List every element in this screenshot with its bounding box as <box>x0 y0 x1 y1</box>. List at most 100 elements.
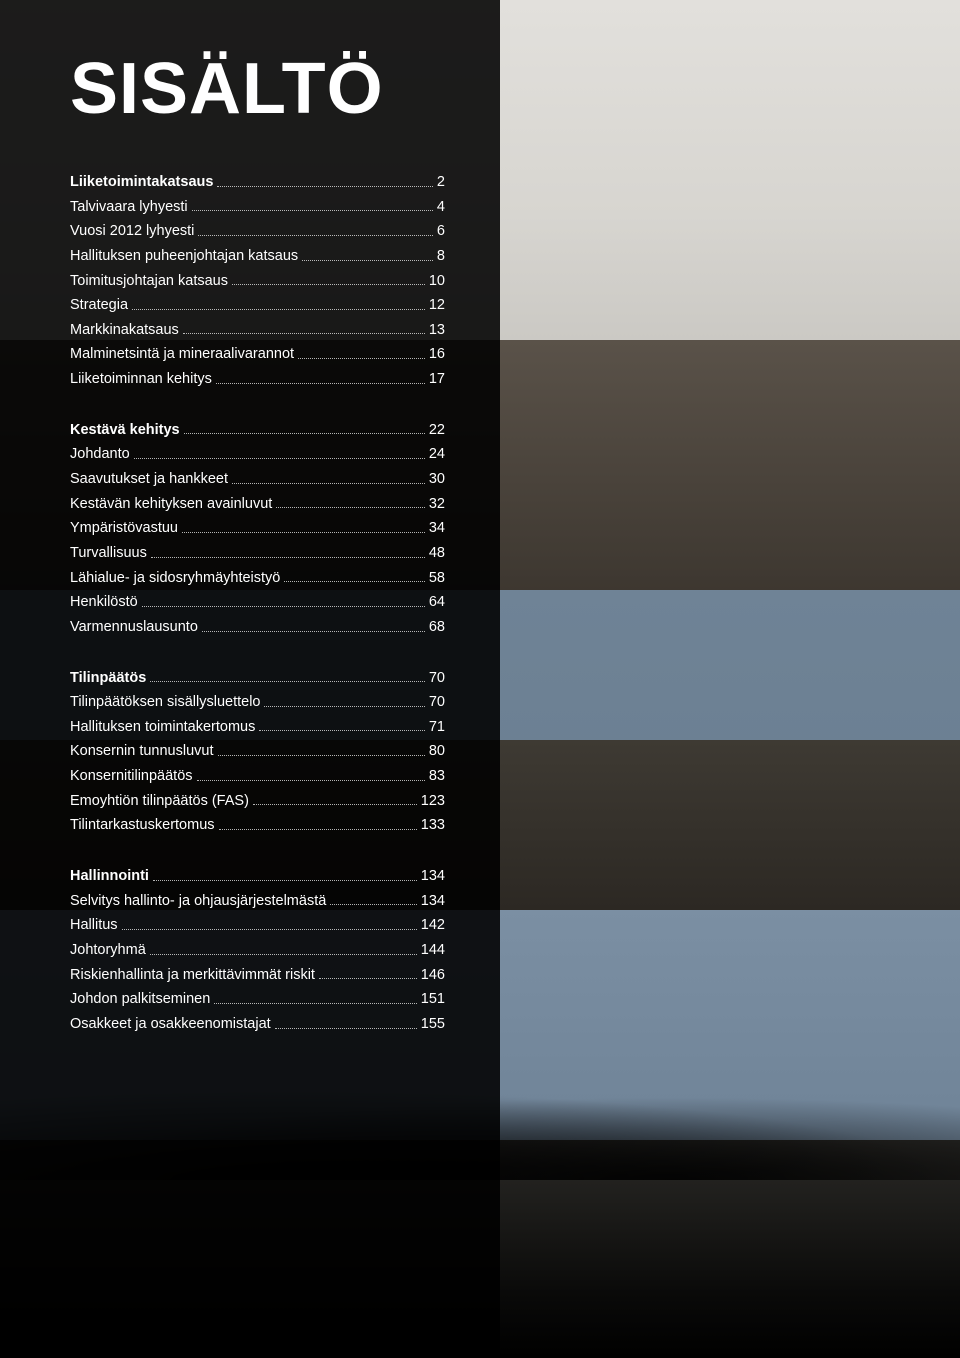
toc-entry: Kestävän kehityksen avainluvut32 <box>70 492 445 517</box>
toc-leader <box>276 507 425 508</box>
toc-entry: Hallituksen puheenjohtajan katsaus 8 <box>70 244 445 269</box>
toc-entry: Johdanto24 <box>70 442 445 467</box>
toc-entry-page: 32 <box>429 492 445 517</box>
toc-leader <box>330 904 417 905</box>
toc-entry: Tilinpäätöksen sisällysluettelo70 <box>70 690 445 715</box>
toc-leader <box>151 557 425 558</box>
toc-entry-label: Johdanto <box>70 442 130 467</box>
toc-section: Hallinnointi 134 Selvitys hallinto- ja ohj… <box>70 864 445 1036</box>
toc-leader <box>219 829 417 830</box>
toc-entry: Konsernitilinpäätös83 <box>70 764 445 789</box>
toc-leader <box>217 186 432 187</box>
toc-entry-label: Markkinakatsaus <box>70 318 179 343</box>
toc-entry-page: 123 <box>421 789 445 814</box>
toc-entry-label: Strategia <box>70 293 128 318</box>
toc-leader <box>253 804 417 805</box>
toc-entry: Riskienhallinta ja merkittävimmät riskit… <box>70 963 445 988</box>
toc-header-label: Hallinnointi <box>70 864 149 889</box>
toc-header-page: 70 <box>429 666 445 691</box>
toc-section: Liiketoimintakatsaus2Talvivaara lyhyesti… <box>70 170 445 392</box>
toc-entry-label: Liiketoiminnan kehitys <box>70 367 212 392</box>
toc-entry-page: 133 <box>421 813 445 838</box>
toc-entry: Tilintarkastuskertomus 133 <box>70 813 445 838</box>
toc-leader <box>232 284 425 285</box>
toc-entry-label: Johdon palkitseminen <box>70 987 210 1012</box>
toc-entry-page: 142 <box>421 913 445 938</box>
toc-entry: Henkilöstö64 <box>70 590 445 615</box>
toc-header-page: 134 <box>421 864 445 889</box>
toc-leader <box>183 333 425 334</box>
toc-entry: Talvivaara lyhyesti4 <box>70 195 445 220</box>
toc-entry-page: 8 <box>437 244 445 269</box>
toc-leader <box>202 631 425 632</box>
toc-entry: Hallituksen toimintakertomus 71 <box>70 715 445 740</box>
toc-leader <box>198 235 433 236</box>
toc-leader <box>275 1028 417 1029</box>
toc-entry: Turvallisuus 48 <box>70 541 445 566</box>
toc-entry-page: 70 <box>429 690 445 715</box>
toc-entry-page: 6 <box>437 219 445 244</box>
toc-entry-page: 71 <box>429 715 445 740</box>
toc-entry-label: Henkilöstö <box>70 590 138 615</box>
toc-header-page: 22 <box>429 418 445 443</box>
toc-entry-page: 134 <box>421 889 445 914</box>
toc-leader <box>142 606 425 607</box>
toc-entry: Selvitys hallinto- ja ohjausjärjestelmäs… <box>70 889 445 914</box>
toc-leader <box>259 730 425 731</box>
toc-entry-page: 83 <box>429 764 445 789</box>
page-title: SISÄLTÖ <box>70 48 445 130</box>
toc-leader <box>298 358 425 359</box>
toc-header-page: 2 <box>437 170 445 195</box>
toc-section: Kestävä kehitys 22Johdanto24Saavutukset j… <box>70 418 445 640</box>
toc-entry-page: 144 <box>421 938 445 963</box>
toc-entry-label: Hallituksen toimintakertomus <box>70 715 255 740</box>
toc-entry-label: Konsernin tunnusluvut <box>70 739 214 764</box>
toc-leader <box>214 1003 417 1004</box>
toc-entry-label: Hallitus <box>70 913 118 938</box>
toc-entry: Strategia 12 <box>70 293 445 318</box>
toc-entry-page: 151 <box>421 987 445 1012</box>
toc-entry-page: 16 <box>429 342 445 367</box>
toc-leader <box>284 581 425 582</box>
toc-entry-label: Tilintarkastuskertomus <box>70 813 215 838</box>
toc-entry: Saavutukset ja hankkeet30 <box>70 467 445 492</box>
toc-entry: Vuosi 2012 lyhyesti6 <box>70 219 445 244</box>
toc-entry-label: Selvitys hallinto- ja ohjausjärjestelmäs… <box>70 889 326 914</box>
toc-leader <box>150 681 425 682</box>
toc-leader <box>216 383 425 384</box>
toc-leader <box>184 433 425 434</box>
toc-entry-label: Johtoryhmä <box>70 938 146 963</box>
toc-entry-page: 34 <box>429 516 445 541</box>
toc-entry-label: Turvallisuus <box>70 541 147 566</box>
toc-leader <box>182 532 425 533</box>
toc-entry-label: Talvivaara lyhyesti <box>70 195 188 220</box>
toc-entry: Lähialue- ja sidosryhmäyhteistyö 58 <box>70 566 445 591</box>
toc-leader <box>132 309 425 310</box>
toc-leader <box>134 458 425 459</box>
toc-entry: Konsernin tunnusluvut 80 <box>70 739 445 764</box>
toc-leader <box>197 780 425 781</box>
toc-leader <box>218 755 425 756</box>
toc-sections: Liiketoimintakatsaus2Talvivaara lyhyesti… <box>70 170 445 1037</box>
toc-entry-page: 48 <box>429 541 445 566</box>
toc-entry-label: Malminetsintä ja mineraalivarannot <box>70 342 294 367</box>
toc-entry: Varmennuslausunto68 <box>70 615 445 640</box>
toc-panel: SISÄLTÖ Liiketoimintakatsaus2Talvivaara … <box>0 0 500 1358</box>
toc-entry-label: Ympäristövastuu <box>70 516 178 541</box>
toc-entry: Osakkeet ja osakkeenomistajat155 <box>70 1012 445 1037</box>
toc-leader <box>232 483 425 484</box>
toc-header-label: Kestävä kehitys <box>70 418 180 443</box>
toc-entry-page: 30 <box>429 467 445 492</box>
toc-section-header: Kestävä kehitys 22 <box>70 418 445 443</box>
toc-leader <box>150 954 417 955</box>
toc-header-label: Liiketoimintakatsaus <box>70 170 213 195</box>
toc-entry-label: Emoyhtiön tilinpäätös (FAS) <box>70 789 249 814</box>
toc-entry: Markkinakatsaus13 <box>70 318 445 343</box>
toc-entry: Emoyhtiön tilinpäätös (FAS) 123 <box>70 789 445 814</box>
toc-entry-label: Hallituksen puheenjohtajan katsaus <box>70 244 298 269</box>
toc-entry-page: 58 <box>429 566 445 591</box>
toc-entry-label: Lähialue- ja sidosryhmäyhteistyö <box>70 566 280 591</box>
toc-entry-page: 12 <box>429 293 445 318</box>
toc-entry-page: 80 <box>429 739 445 764</box>
toc-entry-label: Toimitusjohtajan katsaus <box>70 269 228 294</box>
